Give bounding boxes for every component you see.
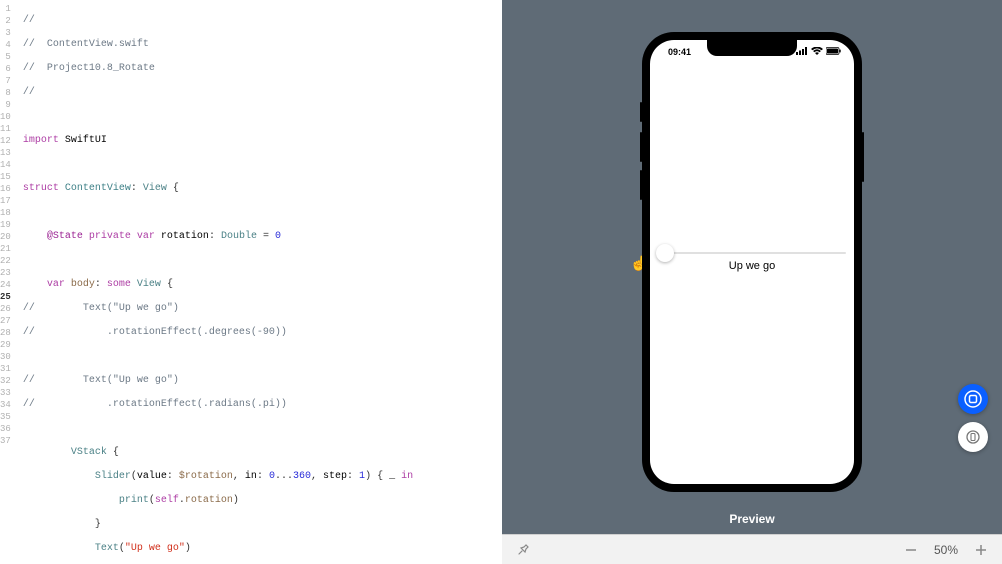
zoom-level: 50% [922,543,970,557]
pin-button[interactable] [512,539,534,561]
device-notch [707,40,797,56]
app-text: Up we go [729,260,775,272]
zoom-in-button[interactable] [970,539,992,561]
bottom-bar: 50% [502,534,1002,564]
code-body[interactable]: // // ContentView.swift // Project10.8_R… [17,0,515,564]
device-screen: 09:41 [650,40,854,484]
preview-pane: ☝ 09:41 [502,0,1002,564]
app-slider[interactable] [658,252,846,254]
line-gutter: 1234567891011121314151617181920212223242… [0,0,17,564]
code-editor[interactable]: 1234567891011121314151617181920212223242… [0,0,502,564]
preview-label: Preview [502,506,1002,534]
device-frame: 09:41 [642,32,862,492]
slider-thumb[interactable] [656,244,674,262]
app-body: Up we go [650,40,854,484]
live-preview-button[interactable] [958,384,988,414]
device-settings-button[interactable] [958,422,988,452]
zoom-out-button[interactable] [900,539,922,561]
preview-canvas[interactable]: ☝ 09:41 [502,0,1002,506]
